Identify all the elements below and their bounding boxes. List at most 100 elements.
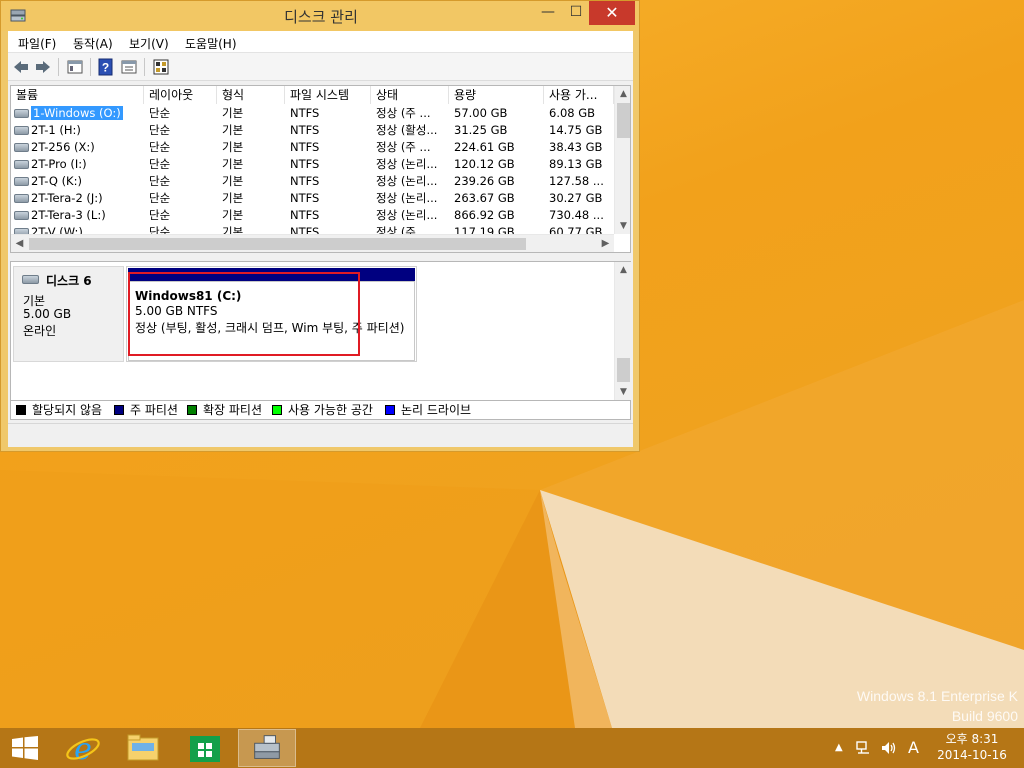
volume-drive-icon [14,177,29,186]
volume-list-vertical-scrollbar[interactable]: ▲ ▼ [614,86,630,234]
cell-volume-name: 2T-Pro (I:) [31,156,144,173]
cell-type: 기본 [222,157,244,171]
menu-view[interactable]: 보기(V) [129,35,169,52]
disk-label-panel[interactable]: 디스크 6 기본 5.00 GB 온라인 [13,266,124,362]
column-header-status[interactable]: 상태 [371,86,449,104]
menu-action[interactable]: 동작(A) [73,35,113,52]
cell-free-space: 38.43 GB [549,140,603,154]
scroll-down-arrow-icon[interactable]: ▼ [615,384,632,400]
partition-legend: 할당되지 않음 주 파티션 확장 파티션 사용 가능한 공간 논리 드라이브 [10,401,631,420]
cell-volume-name: 2T-1 (H:) [31,122,144,139]
legend-unallocated: 할당되지 않음 [16,403,102,418]
volume-name-text: 2T-Tera-3 (L:) [31,208,106,222]
cell-capacity: 31.25 GB [454,123,508,137]
legend-swatch [16,405,26,415]
disk-management-window[interactable]: 디스크 관리 — ☐ ✕ 파일(F) 동작(A) 보기(V) 도움말(H) ? … [0,0,640,452]
volume-row[interactable]: 2T-Tera-3 (L:) 단순 기본 NTFS 정상 (논리... 866.92 GB… [11,207,614,224]
column-header-free-space[interactable]: 사용 가... [544,86,614,104]
file-explorer-icon[interactable] [114,729,172,767]
disk-status: 온라인 [23,324,57,338]
disk-drive-icon [22,275,39,284]
cell-type: 기본 [222,140,244,154]
cell-filesystem: NTFS [290,157,320,171]
cell-status: 정상 (논리... [376,191,438,205]
cell-free-space: 6.08 GB [549,106,596,120]
volume-drive-icon [14,109,29,118]
store-icon[interactable] [176,729,234,767]
show-hidden-icons-button[interactable]: ▲ [835,742,843,753]
cell-free-space: 730.48 ... [549,208,604,222]
cell-layout: 단순 [149,106,171,120]
scroll-up-arrow-icon[interactable]: ▲ [615,86,630,102]
volume-list[interactable]: 볼륨 레이아웃 형식 파일 시스템 상태 용량 사용 가... 1-Window… [10,85,631,253]
properties-icon[interactable] [120,58,138,76]
cell-capacity: 57.00 GB [454,106,508,120]
scrollbar-thumb[interactable] [29,238,526,250]
legend-primary: 주 파티션 [114,403,178,418]
forward-icon[interactable] [34,58,52,76]
cell-type: 기본 [222,191,244,205]
cell-filesystem: NTFS [290,140,320,154]
column-header-volume[interactable]: 볼륨 [11,86,144,104]
cell-layout: 단순 [149,123,171,137]
scroll-left-arrow-icon[interactable]: ◀ [11,235,28,252]
column-header-capacity[interactable]: 용량 [449,86,544,104]
disk-size: 5.00 GB [23,307,72,321]
volume-row[interactable]: 2T-1 (H:) 단순 기본 NTFS 정상 (활성... 31.25 GB 14.75 … [11,122,614,139]
volume-row[interactable]: 2T-Q (K:) 단순 기본 NTFS 정상 (논리... 239.26 GB 127.5… [11,173,614,190]
cell-status: 정상 (논리... [376,174,438,188]
disk-management-taskbar-icon[interactable] [238,729,296,767]
scroll-down-arrow-icon[interactable]: ▼ [615,218,630,234]
window-client-area: 파일(F) 동작(A) 보기(V) 도움말(H) ? 볼륨 레이아웃 형식 파일… [8,31,633,447]
scroll-up-arrow-icon[interactable]: ▲ [615,262,632,278]
scrollbar-thumb[interactable] [617,358,630,382]
disk-view-icon[interactable] [152,58,170,76]
legend-label: 할당되지 않음 [32,403,103,417]
volume-icon[interactable] [880,740,898,756]
input-method-indicator[interactable]: A [908,738,919,757]
console-tree-icon[interactable] [66,58,84,76]
cell-filesystem: NTFS [290,174,320,188]
legend-label: 확장 파티션 [203,403,263,417]
menu-help[interactable]: 도움말(H) [185,35,237,52]
cell-volume-name: 2T-Q (K:) [31,173,144,190]
legend-swatch [114,405,124,415]
taskbar: e ▲ A 오후 8:31 2014-10-16 [0,728,1024,768]
volume-list-horizontal-scrollbar[interactable]: ◀ ▶ [11,234,614,252]
help-icon[interactable]: ? [97,58,115,76]
volume-row[interactable]: 2T-256 (X:) 단순 기본 NTFS 정상 (주 ... 224.61 GB 38.… [11,139,614,156]
volume-row[interactable]: 1-Windows (O:) 단순 기본 NTFS 정상 (주 ... 57.00 GB 6… [11,105,614,122]
status-bar [8,423,633,445]
scroll-right-arrow-icon[interactable]: ▶ [597,235,614,252]
disk-name: 디스크 6 [46,274,92,288]
taskbar-clock[interactable]: 오후 8:31 2014-10-16 [937,731,1007,763]
maximize-button[interactable]: ☐ [562,1,590,25]
minimize-button[interactable]: — [534,1,562,25]
cell-type: 기본 [222,123,244,137]
column-header-filesystem[interactable]: 파일 시스템 [285,86,371,104]
cell-free-space: 127.58 ... [549,174,604,188]
network-icon[interactable] [855,740,873,756]
column-header-type[interactable]: 형식 [217,86,285,104]
close-button[interactable]: ✕ [589,1,635,25]
volume-name-text: 2T-Pro (I:) [31,157,87,171]
column-header-layout[interactable]: 레이아웃 [144,86,217,104]
volume-list-header: 볼륨 레이아웃 형식 파일 시스템 상태 용량 사용 가... [11,86,614,104]
cell-capacity: 866.92 GB [454,208,515,222]
legend-swatch [272,405,282,415]
scrollbar-thumb[interactable] [617,103,630,138]
cell-status: 정상 (활성... [376,123,438,137]
highlight-annotation-box [128,272,360,356]
watermark-build: Build 9600 [951,708,1018,724]
internet-explorer-icon[interactable]: e [54,729,112,767]
title-bar[interactable]: 디스크 관리 — ☐ ✕ [1,1,639,31]
menu-file[interactable]: 파일(F) [18,35,56,52]
start-button[interactable] [0,729,58,767]
cell-layout: 단순 [149,208,171,222]
volume-row[interactable]: 2T-Tera-2 (J:) 단순 기본 NTFS 정상 (논리... 263.67 GB… [11,190,614,207]
disk-graphical-view[interactable]: 디스크 6 기본 5.00 GB 온라인 Windows81 (C:) 5.00… [10,261,631,401]
volume-row[interactable]: 2T-Pro (I:) 단순 기본 NTFS 정상 (논리... 120.12 GB 89.… [11,156,614,173]
back-icon[interactable] [12,58,30,76]
graphical-view-scrollbar[interactable]: ▲ ▼ [614,262,631,400]
cell-free-space: 30.27 GB [549,191,603,205]
